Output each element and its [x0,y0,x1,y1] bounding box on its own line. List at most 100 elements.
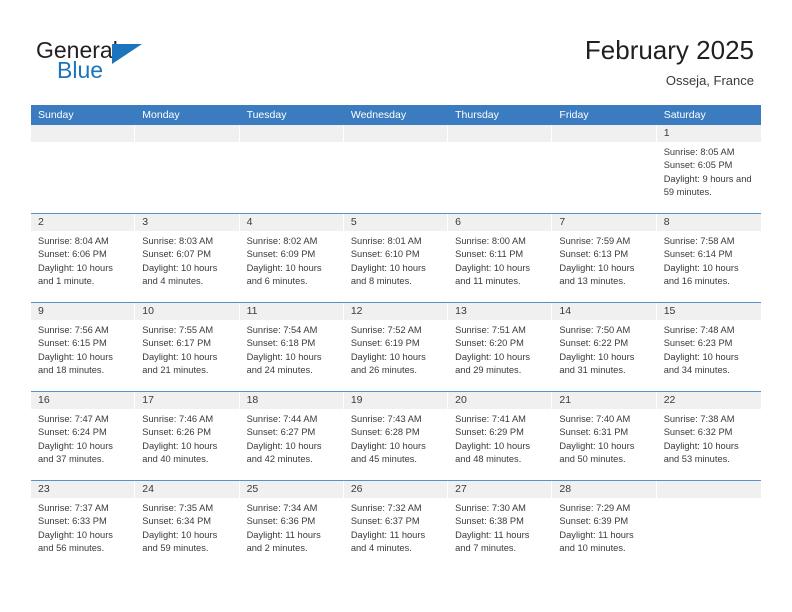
sunrise-text: Sunrise: 7:38 AM [663,414,735,424]
sunset-text: Sunset: 6:33 PM [38,516,107,527]
day-number: 5 [350,216,357,228]
day-cell[interactable]: 15 Sunrise: 7:48 AM Sunset: 6:23 PM Dayligh… [656,303,761,391]
day-cell[interactable]: 2 Sunrise: 8:04 AM Sunset: 6:06 PM Daylight… [31,214,136,302]
day-number: 27 [455,483,467,495]
sunrise-text: Sunrise: 7:54 AM [246,325,318,335]
day-info: Sunrise: 7:47 AM Sunset: 6:24 PM Daylight:… [31,409,135,467]
sunrise-text: Sunrise: 7:59 AM [559,236,631,246]
day-cell[interactable]: 9 Sunrise: 7:56 AM Sunset: 6:15 PM Daylight… [31,303,136,391]
sunset-text: Sunset: 6:18 PM [246,338,316,349]
weekday-header-monday: Monday [142,109,180,121]
sunset-text: Sunset: 6:20 PM [455,338,524,349]
day-number: 20 [455,394,467,406]
day-info: Sunrise: 8:00 AM Sunset: 6:11 PM Daylight:… [448,231,552,289]
day-number: 14 [559,305,572,317]
day-cell[interactable]: 22 Sunrise: 7:38 AM Sunset: 6:32 PM Dayligh… [656,392,761,480]
day-cell[interactable]: 4 Sunrise: 8:02 AM Sunset: 6:09 PM Daylight… [239,214,344,302]
calendar-page: General Blue February 2025 Osseja, Franc… [0,0,792,612]
day-number-strip [656,481,761,498]
day-cell[interactable]: 5 Sunrise: 8:01 AM Sunset: 6:10 PM Daylight… [343,214,449,302]
sunset-text: Sunset: 6:15 PM [38,338,107,349]
weekday-header-tuesday: Tuesday [246,109,287,121]
daylight-text: Daylight: 10 hours and 29 minutes. [455,351,531,376]
day-number: 18 [246,394,259,406]
day-info: Sunrise: 7:38 AM Sunset: 6:32 PM Daylight:… [657,409,761,467]
day-info: Sunrise: 7:37 AM Sunset: 6:33 PM Daylight:… [31,498,135,556]
day-info: Sunrise: 7:43 AM Sunset: 6:28 PM Daylight:… [344,409,448,467]
day-info: Sunrise: 7:30 AM Sunset: 6:38 PM Daylight:… [448,498,552,556]
sunset-text: Sunset: 6:17 PM [142,338,212,349]
daylight-text: Daylight: 10 hours and 59 minutes. [142,529,218,554]
sunset-text: Sunset: 6:31 PM [559,427,629,438]
day-info: Sunrise: 7:40 AM Sunset: 6:31 PM Daylight:… [552,409,656,467]
day-cell[interactable]: 23 Sunrise: 7:37 AM Sunset: 6:33 PM Dayligh… [31,481,136,570]
day-number: 16 [38,394,50,406]
day-cell[interactable]: 12 Sunrise: 7:52 AM Sunset: 6:19 PM Dayligh… [343,303,449,391]
day-cell[interactable]: 27 Sunrise: 7:30 AM Sunset: 6:38 PM Dayligh… [448,481,553,570]
day-cell[interactable]: 19 Sunrise: 7:43 AM Sunset: 6:28 PM Dayligh… [343,392,449,480]
sunrise-text: Sunrise: 7:43 AM [350,414,422,424]
page-title: February 2025 [584,35,754,65]
day-cell[interactable]: 8 Sunrise: 7:58 AM Sunset: 6:14 PM Daylight… [656,214,761,302]
day-number-strip [343,125,449,142]
sunset-text: Sunset: 6:19 PM [350,338,420,349]
day-number-strip: 9 [31,303,136,320]
day-number: 21 [559,394,572,406]
day-number: 12 [350,305,363,317]
day-number: 1 [663,127,670,139]
day-cell[interactable]: 24 Sunrise: 7:35 AM Sunset: 6:34 PM Dayligh… [135,481,240,570]
day-number-strip: 22 [656,392,761,409]
day-number-strip: 10 [135,303,240,320]
day-info: Sunrise: 7:29 AM Sunset: 6:39 PM Daylight:… [552,498,656,556]
day-info: Sunrise: 7:44 AM Sunset: 6:27 PM Daylight:… [240,409,344,467]
calendar-week-row: 2 Sunrise: 8:04 AM Sunset: 6:06 PM Daylight… [31,214,761,303]
day-cell[interactable]: 6 Sunrise: 8:00 AM Sunset: 6:11 PM Daylight… [448,214,553,302]
day-number: 15 [663,305,676,317]
daylight-text: Daylight: 10 hours and 8 minutes. [350,262,426,287]
day-info: Sunrise: 8:01 AM Sunset: 6:10 PM Daylight:… [344,231,448,289]
day-info: Sunrise: 8:05 AM Sunset: 6:05 PM Daylight:… [657,142,761,200]
day-number-strip: 25 [239,481,344,498]
day-cell[interactable]: 3 Sunrise: 8:03 AM Sunset: 6:07 PM Daylight… [135,214,240,302]
day-cell[interactable]: 10 Sunrise: 7:55 AM Sunset: 6:17 PM Dayligh… [135,303,240,391]
brand-logo[interactable]: General Blue [36,38,296,90]
sunrise-text: Sunrise: 8:03 AM [142,236,214,246]
day-number: 7 [559,216,566,228]
daylight-text: Daylight: 10 hours and 4 minutes. [142,262,218,287]
sunrise-text: Sunrise: 7:37 AM [38,503,109,513]
day-cell[interactable]: 21 Sunrise: 7:40 AM Sunset: 6:31 PM Dayligh… [552,392,657,480]
day-cell[interactable]: 7 Sunrise: 7:59 AM Sunset: 6:13 PM Daylight… [552,214,657,302]
sunset-text: Sunset: 6:11 PM [455,249,524,260]
day-cell[interactable]: 16 Sunrise: 7:47 AM Sunset: 6:24 PM Dayligh… [31,392,136,480]
daylight-text: Daylight: 10 hours and 24 minutes. [246,351,322,376]
day-info: Sunrise: 7:59 AM Sunset: 6:13 PM Daylight:… [552,231,656,289]
day-cell[interactable]: 20 Sunrise: 7:41 AM Sunset: 6:29 PM Dayligh… [448,392,553,480]
calendar-grid: Sunday Monday Tuesday Wednesday Thursday Frid… [31,105,761,570]
day-cell[interactable]: 13 Sunrise: 7:51 AM Sunset: 6:20 PM Dayligh… [448,303,553,391]
sunrise-text: Sunrise: 7:46 AM [142,414,214,424]
daylight-text: Daylight: 10 hours and 45 minutes. [350,440,426,465]
day-cell[interactable]: 11 Sunrise: 7:54 AM Sunset: 6:18 PM Dayligh… [239,303,344,391]
day-cell[interactable]: 18 Sunrise: 7:44 AM Sunset: 6:27 PM Dayligh… [239,392,344,480]
day-cell[interactable]: 26 Sunrise: 7:32 AM Sunset: 6:37 PM Dayligh… [343,481,449,570]
day-number-strip [31,125,136,142]
daylight-text: Daylight: 10 hours and 56 minutes. [38,529,113,554]
day-cell[interactable]: 14 Sunrise: 7:50 AM Sunset: 6:22 PM Dayligh… [552,303,657,391]
day-number-strip: 27 [448,481,553,498]
sunset-text: Sunset: 6:26 PM [142,427,212,438]
day-cell[interactable]: 17 Sunrise: 7:46 AM Sunset: 6:26 PM Dayligh… [135,392,240,480]
day-cell[interactable]: 25 Sunrise: 7:34 AM Sunset: 6:36 PM Dayligh… [239,481,344,570]
day-number: 9 [38,305,44,317]
sunset-text: Sunset: 6:24 PM [38,427,107,438]
daylight-text: Daylight: 10 hours and 34 minutes. [663,351,739,376]
day-number-strip: 19 [343,392,449,409]
day-number-strip: 23 [31,481,136,498]
day-cell[interactable]: 28 Sunrise: 7:29 AM Sunset: 6:39 PM Dayligh… [552,481,657,570]
location-subtitle: Osseja, France [665,73,754,88]
daylight-text: Daylight: 11 hours and 4 minutes. [350,529,426,554]
day-number: 25 [246,483,259,495]
sunrise-text: Sunrise: 8:02 AM [246,236,318,246]
day-cell[interactable]: 1 Sunrise: 8:05 AM Sunset: 6:05 PM Daylight… [656,125,761,213]
page-header: General Blue February 2025 Osseja, Franc… [0,0,792,104]
sunset-text: Sunset: 6:07 PM [142,249,212,260]
